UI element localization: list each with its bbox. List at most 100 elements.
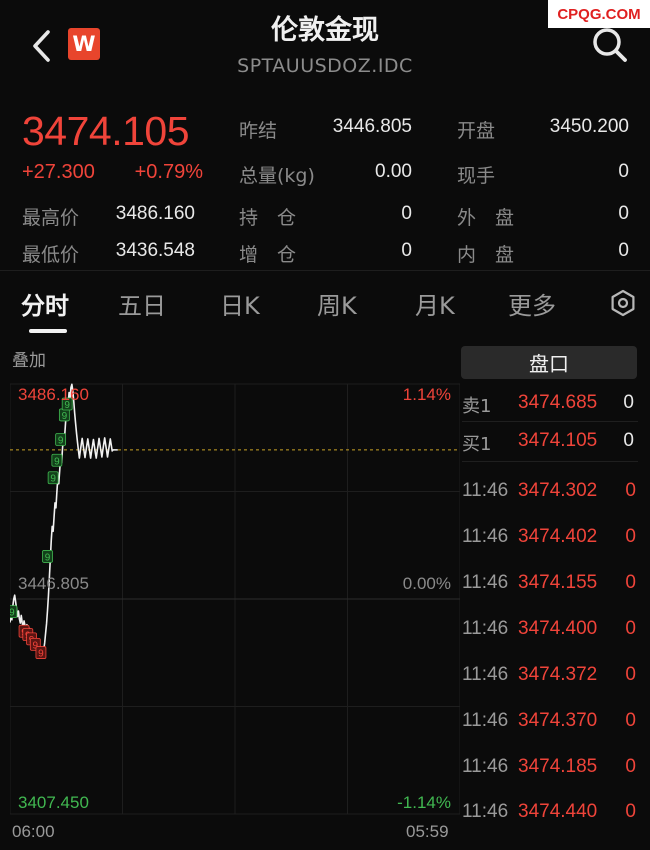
signal-marker: 9 [47, 471, 59, 485]
low-label: 最低价 [22, 244, 80, 266]
tick-price: 3474.155 [518, 572, 598, 593]
tick-row: 11:46 3474.185 0 [462, 756, 638, 802]
tick-volume: 0 [625, 480, 636, 501]
bid-label: 买1 [462, 434, 492, 455]
pct-label-mid: 0.00% [403, 574, 451, 593]
tick-time: 11:46 [462, 756, 509, 777]
tab-five-day[interactable]: 五日 [118, 286, 166, 321]
tab-daily-k[interactable]: 日K [220, 286, 260, 321]
volume-label: 总量(kg) [239, 165, 315, 187]
tick-price: 3474.440 [518, 801, 598, 822]
prev-close-value: 3446.805 [332, 116, 412, 137]
signal-marker: 9 [35, 646, 47, 660]
tick-row: 11:46 3474.302 0 [462, 480, 638, 526]
open-label: 开盘 [457, 120, 496, 142]
y-label-top: 3486.160 [18, 385, 89, 404]
search-button[interactable] [590, 25, 630, 65]
tick-time: 11:46 [462, 618, 509, 639]
current-hand-label: 现手 [457, 165, 496, 187]
volume-value: 0.00 [375, 161, 412, 182]
current-hand-value: 0 [618, 161, 629, 182]
pct-label-bottom: -1.14% [397, 793, 451, 812]
outer-value: 0 [618, 203, 629, 224]
overlay-button[interactable]: 叠加 [12, 346, 46, 371]
increase-label: 增 仓 [239, 244, 297, 266]
tick-price: 3474.370 [518, 710, 598, 731]
divider [462, 461, 638, 462]
prev-close-label: 昨结 [239, 120, 278, 142]
tick-time: 11:46 [462, 664, 509, 685]
divider [0, 270, 650, 271]
tick-row: 11:46 3474.155 0 [462, 572, 638, 618]
page-title: 伦敦金现 [271, 15, 379, 46]
price-line [10, 383, 118, 656]
inner-value: 0 [618, 240, 629, 261]
tick-price: 3474.185 [518, 756, 598, 777]
y-label-mid: 3446.805 [18, 574, 89, 593]
chart-settings-button[interactable] [609, 289, 637, 317]
signal-marker: 9 [42, 550, 53, 563]
tick-volume: 0 [625, 572, 636, 593]
tick-volume: 0 [625, 756, 636, 777]
instrument-code: SPTAUUSDOZ.IDC [237, 55, 413, 77]
tick-price: 3474.372 [518, 664, 598, 685]
tick-volume: 0 [625, 618, 636, 639]
tab-more[interactable]: 更多 [508, 286, 556, 321]
outer-label: 外 盘 [457, 207, 515, 229]
signal-marker-label: 9 [50, 474, 56, 485]
tick-price: 3474.402 [518, 526, 598, 547]
ask-volume: 0 [623, 392, 634, 413]
ask-price: 3474.685 [518, 392, 598, 413]
settings-icon [611, 289, 635, 317]
inner-label: 内 盘 [457, 244, 515, 266]
signal-marker-label: 9 [58, 436, 64, 447]
tick-row: 11:46 3474.400 0 [462, 618, 638, 664]
signal-marker-label: 9 [10, 608, 15, 619]
high-label: 最高价 [22, 207, 80, 229]
signal-marker: 9 [51, 453, 63, 467]
signal-marker-label: 9 [38, 649, 44, 660]
price-change: +27.300 [22, 161, 95, 183]
tick-time: 11:46 [462, 710, 509, 731]
pct-label-top: 1.14% [403, 385, 451, 404]
x-label-start: 06:00 [12, 822, 55, 841]
bid-volume: 0 [623, 430, 634, 451]
position-value: 0 [401, 203, 412, 224]
tick-price: 3474.400 [518, 618, 598, 639]
last-price: 3474.105 [22, 108, 190, 154]
low-value: 3436.548 [115, 240, 195, 261]
position-label: 持 仓 [239, 207, 297, 229]
tick-volume: 0 [625, 526, 636, 547]
tick-time: 11:46 [462, 526, 509, 547]
tick-row: 11:46 3474.440 0 [462, 801, 638, 847]
order-book-button[interactable]: 盘口 [461, 346, 637, 379]
active-tab-indicator [29, 329, 67, 333]
open-value: 3450.200 [549, 116, 629, 137]
tick-price: 3474.302 [518, 480, 598, 501]
tick-time: 11:46 [462, 801, 509, 822]
tick-row: 11:46 3474.402 0 [462, 526, 638, 572]
tab-weekly-k[interactable]: 周K [317, 286, 357, 321]
high-value: 3486.160 [115, 203, 195, 224]
bid-price: 3474.105 [518, 430, 598, 451]
intraday-chart[interactable]: 999999999999 3486.160 3446.805 3407.450 … [10, 380, 460, 818]
tick-row: 11:46 3474.372 0 [462, 664, 638, 710]
search-icon [593, 28, 627, 62]
tab-monthly-k[interactable]: 月K [415, 286, 455, 321]
tick-volume: 0 [625, 664, 636, 685]
increase-value: 0 [401, 240, 412, 261]
tick-time: 11:46 [462, 480, 509, 501]
tab-intraday[interactable]: 分时 [21, 286, 69, 321]
ask-row: 卖1 3474.685 0 [462, 384, 638, 422]
tick-row: 11:46 3474.370 0 [462, 710, 638, 756]
bid-row: 买1 3474.105 0 [462, 422, 638, 460]
price-change-pct: +0.79% [134, 161, 203, 183]
signal-marker-label: 9 [45, 552, 51, 563]
signal-marker-label: 9 [54, 456, 60, 467]
signal-marker-label: 9 [62, 411, 68, 422]
tick-volume: 0 [625, 710, 636, 731]
tick-volume: 0 [625, 801, 636, 822]
tick-time: 11:46 [462, 572, 509, 593]
signal-marker: 9 [10, 605, 18, 619]
x-label-end: 05:59 [406, 822, 449, 841]
